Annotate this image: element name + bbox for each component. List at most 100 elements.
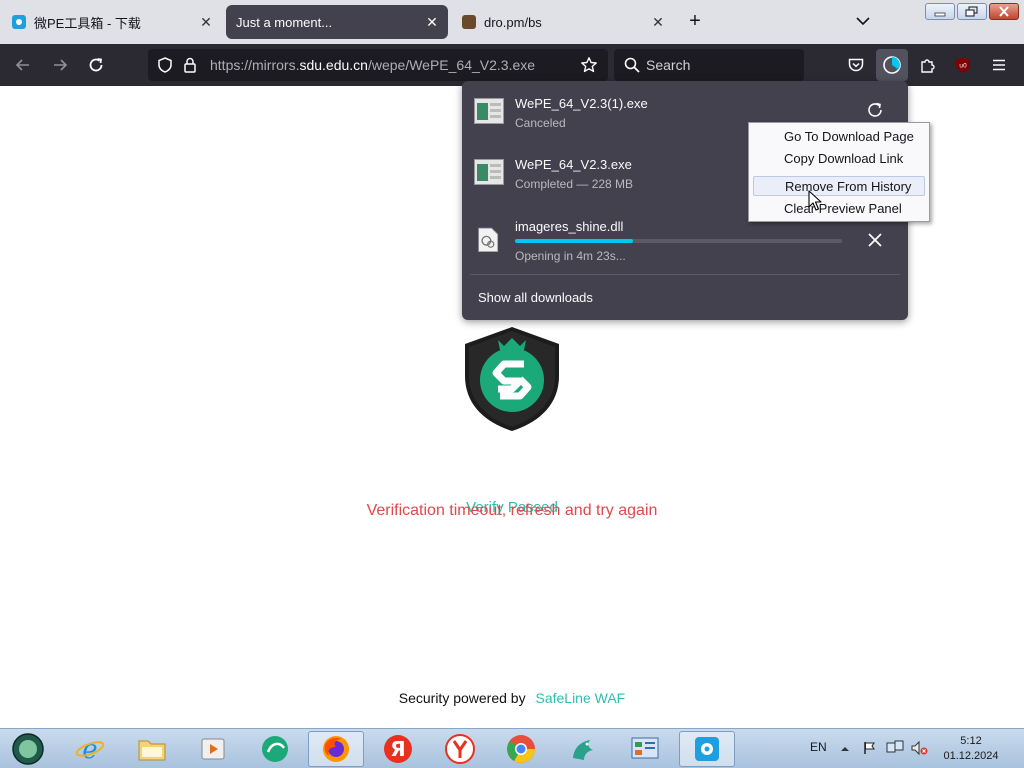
clock-date: 01.12.2024 bbox=[943, 750, 999, 762]
url-prefix: https://mirrors. bbox=[210, 57, 300, 73]
chromium-icon bbox=[507, 735, 535, 763]
reload-icon[interactable] bbox=[83, 52, 109, 78]
restore-window-button[interactable] bbox=[957, 3, 987, 20]
tab-wepe[interactable]: 微PE工具箱 - 下载 ✕ bbox=[2, 5, 222, 39]
language-indicator[interactable]: EN bbox=[810, 740, 827, 754]
start-orb-icon bbox=[12, 733, 44, 765]
retry-icon[interactable] bbox=[864, 99, 886, 121]
download-progress-fill bbox=[515, 239, 633, 243]
downloads-button[interactable] bbox=[876, 49, 908, 81]
url-path: /wepe/WePE_64_V2.3.exe bbox=[367, 57, 536, 73]
url-host: sdu.edu.cn bbox=[299, 57, 368, 73]
taskbar-chromium[interactable] bbox=[493, 731, 549, 767]
lock-icon[interactable] bbox=[182, 56, 198, 77]
tab-dro-pm[interactable]: dro.pm/bs ✕ bbox=[452, 5, 674, 39]
close-window-button[interactable] bbox=[989, 3, 1019, 20]
control-panel-icon bbox=[631, 737, 659, 759]
system-clock[interactable]: 5:12 01.12.2024 bbox=[936, 734, 1006, 764]
dll-file-icon bbox=[478, 227, 499, 252]
bookmark-star-icon[interactable] bbox=[580, 56, 598, 77]
tracking-protection-shield-icon[interactable] bbox=[156, 56, 174, 77]
yandex-browser-icon: Я bbox=[384, 735, 412, 763]
tab-strip: 微PE工具箱 - 下载 ✕ Just a moment... ✕ dro.pm/… bbox=[0, 0, 1024, 44]
address-bar[interactable]: https://mirrors.sdu.edu.cn/wepe/WePE_64_… bbox=[148, 49, 608, 81]
menu-item-go-to-download-page[interactable]: Go To Download Page bbox=[753, 127, 925, 147]
menu-item-copy-download-link[interactable]: Copy Download Link bbox=[753, 149, 925, 169]
new-tab-icon[interactable]: + bbox=[684, 10, 706, 32]
dragon-icon bbox=[573, 740, 593, 760]
network-icon[interactable] bbox=[886, 740, 904, 759]
forward-arrow-icon[interactable] bbox=[47, 52, 73, 78]
taskbar-wepe[interactable] bbox=[679, 731, 735, 767]
download-status: Canceled bbox=[515, 116, 566, 130]
security-footer: Security powered by SafeLine WAF bbox=[0, 690, 1024, 706]
svg-text:e: e bbox=[82, 735, 97, 764]
folder-icon bbox=[138, 740, 166, 761]
download-filename: imageres_shine.dll bbox=[515, 219, 624, 234]
taskbar-dragon-app[interactable] bbox=[555, 731, 611, 767]
minimize-window-button[interactable] bbox=[925, 3, 955, 20]
taskbar-yandex[interactable] bbox=[432, 731, 488, 767]
app-globe-icon bbox=[262, 736, 288, 762]
list-all-tabs-chevron-down-icon[interactable] bbox=[854, 12, 872, 30]
taskbar-app[interactable] bbox=[247, 731, 303, 767]
close-tab-icon[interactable]: ✕ bbox=[650, 14, 666, 30]
wepe-icon bbox=[695, 737, 719, 761]
dro-favicon-icon bbox=[462, 15, 476, 29]
svg-text:Я: Я bbox=[390, 737, 405, 761]
show-all-downloads-button[interactable]: Show all downloads bbox=[478, 290, 593, 305]
url-text[interactable]: https://mirrors.sdu.edu.cn/wepe/WePE_64_… bbox=[210, 57, 535, 73]
close-tab-icon[interactable]: ✕ bbox=[424, 14, 440, 30]
extensions-puzzle-icon[interactable] bbox=[915, 52, 941, 78]
ublock-origin-icon[interactable]: u0 bbox=[950, 52, 976, 78]
close-tab-icon[interactable]: ✕ bbox=[198, 14, 214, 30]
search-bar[interactable]: Search bbox=[614, 49, 804, 81]
exe-file-icon bbox=[474, 98, 504, 124]
internet-explorer-icon: e bbox=[75, 735, 105, 764]
wepe-favicon-icon bbox=[12, 15, 26, 29]
safeline-waf-link[interactable]: SafeLine WAF bbox=[535, 690, 625, 706]
volume-muted-icon[interactable] bbox=[910, 740, 928, 759]
menu-item-clear-preview-panel[interactable]: Clear Preview Panel bbox=[753, 199, 925, 219]
footer-text: Security powered by bbox=[398, 690, 526, 706]
yandex-icon bbox=[445, 734, 475, 764]
search-icon bbox=[623, 56, 641, 77]
taskbar-yandex-browser[interactable]: Я bbox=[370, 731, 426, 767]
menu-item-remove-from-history[interactable]: Remove From History bbox=[753, 176, 925, 196]
taskbar-control-panel[interactable] bbox=[617, 731, 673, 767]
hamburger-menu-icon[interactable] bbox=[986, 52, 1012, 78]
navigation-toolbar: https://mirrors.sdu.edu.cn/wepe/WePE_64_… bbox=[0, 44, 1024, 86]
media-player-icon bbox=[201, 738, 225, 760]
download-progress-icon bbox=[883, 56, 901, 74]
tab-just-a-moment[interactable]: Just a moment... ✕ bbox=[226, 5, 448, 39]
download-filename: WePE_64_V2.3.exe bbox=[515, 157, 632, 172]
start-button[interactable] bbox=[0, 731, 56, 767]
cancel-icon[interactable] bbox=[864, 229, 886, 251]
clock-time: 5:12 bbox=[960, 735, 982, 747]
mouse-pointer-icon bbox=[808, 190, 822, 211]
search-input[interactable]: Search bbox=[646, 57, 690, 73]
svg-text:u0: u0 bbox=[959, 63, 967, 70]
download-progress-bar bbox=[515, 239, 842, 243]
taskbar-media-player[interactable] bbox=[185, 731, 241, 767]
show-hidden-icons-chevron-up-icon[interactable] bbox=[840, 742, 850, 757]
tab-title: 微PE工具箱 - 下载 bbox=[34, 15, 141, 31]
pocket-icon[interactable] bbox=[843, 52, 869, 78]
panel-divider bbox=[470, 274, 900, 275]
tab-title: Just a moment... bbox=[236, 14, 333, 30]
verification-timeout-text: Verification timeout, refresh and try ag… bbox=[366, 502, 658, 519]
action-center-flag-icon[interactable] bbox=[862, 740, 878, 759]
firefox-icon bbox=[323, 736, 349, 762]
download-status: Opening in 4m 23s... bbox=[515, 249, 626, 263]
download-status: Completed — 228 MB bbox=[515, 177, 634, 191]
tab-title: dro.pm/bs bbox=[484, 14, 542, 30]
safeline-shield-logo-icon bbox=[465, 327, 559, 431]
taskbar-internet-explorer[interactable]: e bbox=[62, 731, 118, 767]
taskbar-file-explorer[interactable] bbox=[124, 731, 180, 767]
download-context-menu: Go To Download Page Copy Download Link R… bbox=[748, 122, 930, 222]
back-arrow-icon[interactable] bbox=[10, 52, 36, 78]
windows-taskbar: e Я EN 5:12 01.12.2024 bbox=[0, 728, 1024, 768]
download-filename: WePE_64_V2.3(1).exe bbox=[515, 96, 648, 111]
taskbar-firefox[interactable] bbox=[308, 731, 364, 767]
exe-file-icon bbox=[474, 159, 504, 185]
